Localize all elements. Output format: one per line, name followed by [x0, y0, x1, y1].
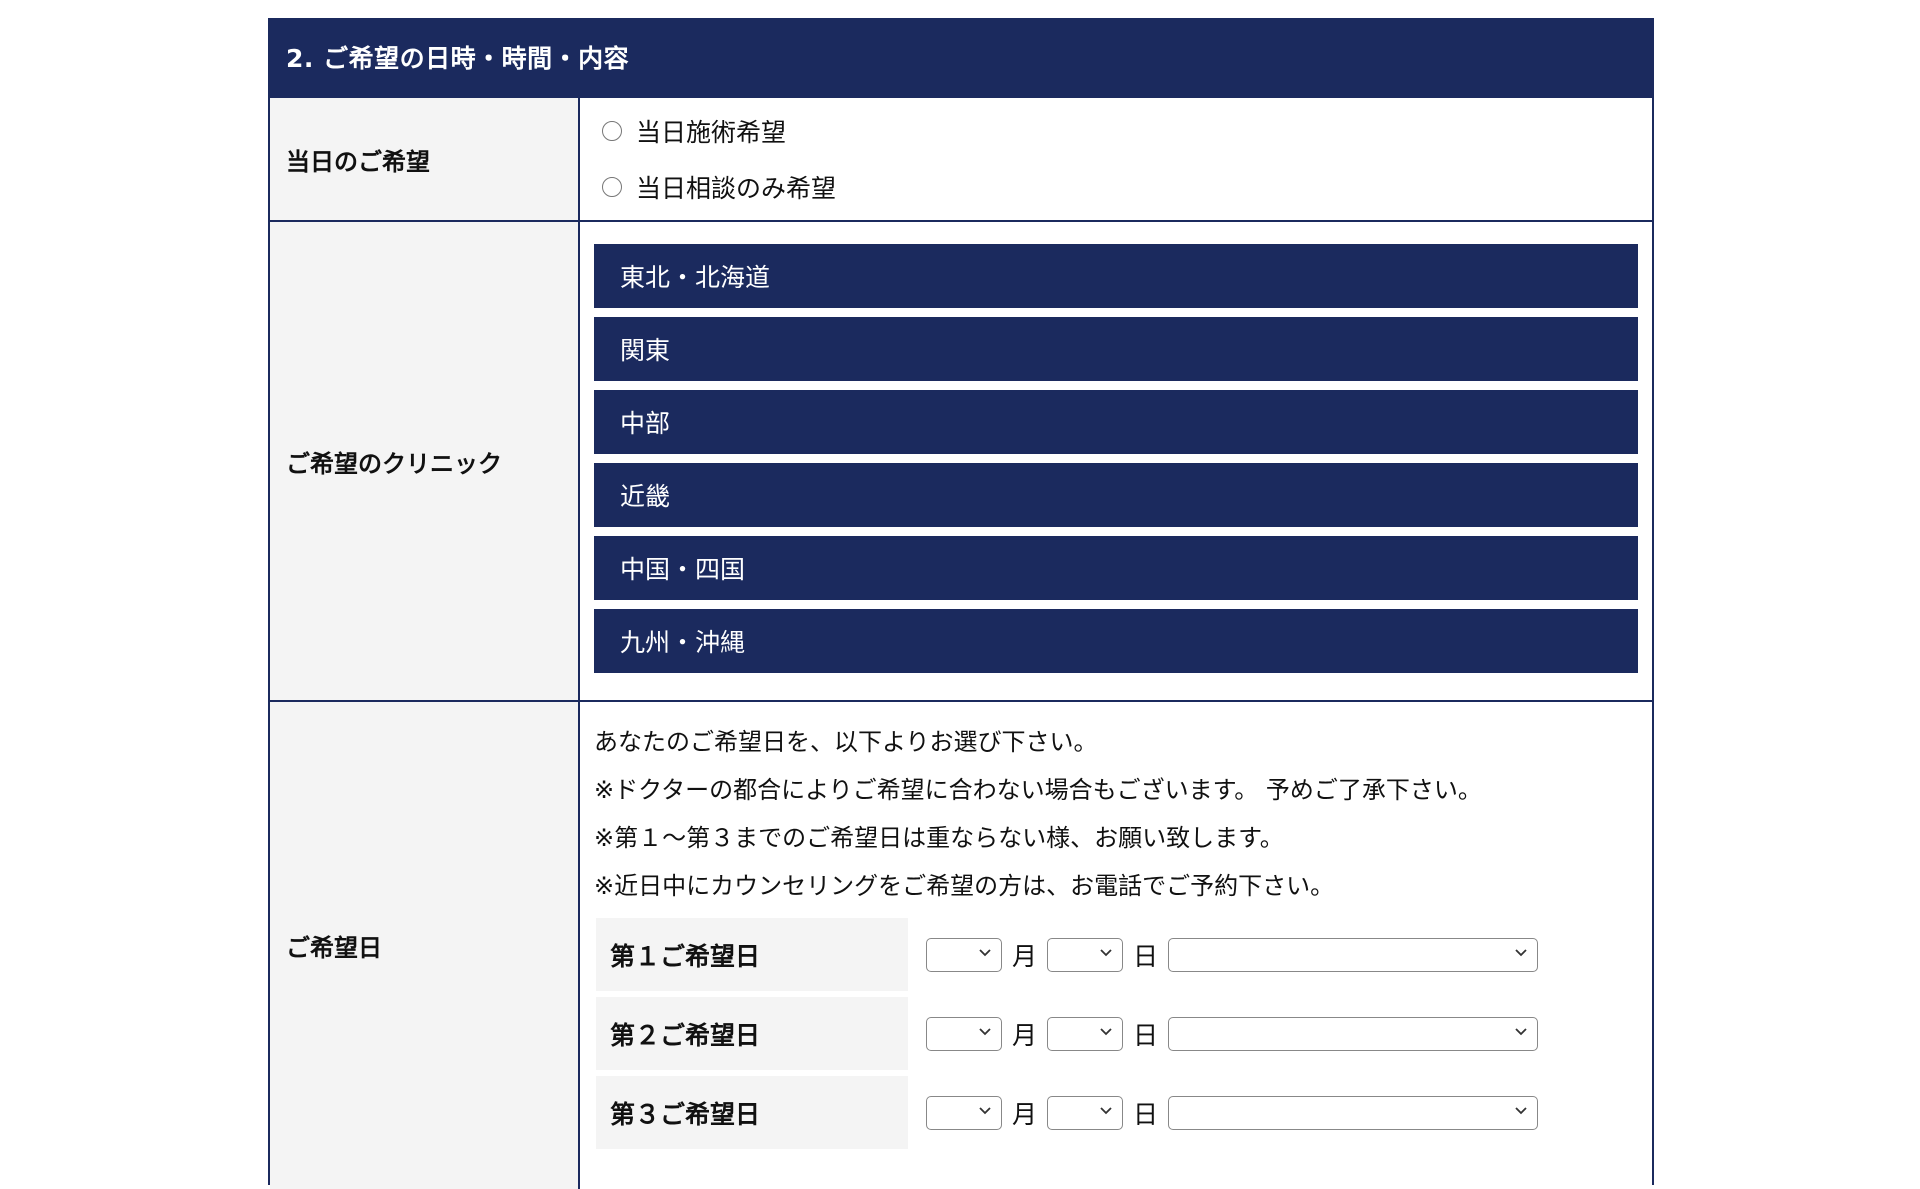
month-select[interactable]	[926, 1016, 1002, 1051]
date-choice-1: 第１ご希望日 月 日	[594, 918, 1638, 991]
day-select[interactable]	[1047, 1016, 1124, 1051]
day-select[interactable]	[1047, 937, 1124, 972]
time-select[interactable]	[1168, 937, 1539, 972]
chevron-down-icon	[1100, 1027, 1112, 1035]
visit-preference-label: 当日のご希望	[270, 98, 580, 220]
chevron-down-icon	[979, 1106, 991, 1114]
radio-label: 当日相談のみ希望	[636, 174, 837, 203]
month-select[interactable]	[926, 937, 1002, 972]
date-note: ※第１〜第３までのご希望日は重ならない様、お願い致します。	[594, 824, 1284, 852]
clinic-row: ご希望のクリニック 東北・北海道 関東 中部 近畿 中国・四国 九州・沖縄	[270, 220, 1652, 700]
region-tohoku-hokkaido[interactable]: 東北・北海道	[594, 244, 1638, 308]
chevron-down-icon	[1515, 948, 1527, 956]
month-select[interactable]	[926, 1095, 1002, 1130]
radio-label: 当日施術希望	[636, 118, 787, 147]
preferred-date-label: ご希望日	[270, 702, 580, 1189]
chevron-down-icon	[1100, 948, 1112, 956]
day-unit: 日	[1133, 1020, 1159, 1050]
chevron-down-icon	[979, 1027, 991, 1035]
date-choice-list: 第１ご希望日 月 日 第２ご希望日 月 日 第３ご希望日 月 日	[594, 918, 1638, 1149]
visit-preference-options: 当日施術希望 当日相談のみ希望	[580, 98, 1652, 220]
date-choice-label: 第２ご希望日	[596, 997, 908, 1070]
date-note: ※ドクターの都合によりご希望に合わない場合もございます。 予めご了承下さい。	[594, 776, 1482, 804]
date-choice-label: 第３ご希望日	[596, 1076, 908, 1149]
reservation-form: 2. ご希望の日時・時間・内容 当日のご希望 当日施術希望 当日相談のみ希望 ご…	[268, 18, 1654, 1189]
preferred-date-row: ご希望日 あなたのご希望日を、以下よりお選び下さい。 ※ドクターの都合によりご希…	[270, 700, 1652, 1189]
date-note: あなたのご希望日を、以下よりお選び下さい。	[594, 728, 1098, 756]
chevron-down-icon	[979, 948, 991, 956]
visit-preference-row: 当日のご希望 当日施術希望 当日相談のみ希望	[270, 96, 1652, 220]
day-select[interactable]	[1047, 1095, 1124, 1130]
radio-button[interactable]	[602, 177, 622, 197]
radio-button[interactable]	[602, 121, 622, 141]
region-kanto[interactable]: 関東	[594, 317, 1638, 381]
chevron-down-icon	[1100, 1106, 1112, 1114]
region-chugoku-shikoku[interactable]: 中国・四国	[594, 536, 1638, 600]
radio-option-same-day-treatment[interactable]: 当日施術希望	[602, 113, 1652, 149]
day-unit: 日	[1133, 1099, 1159, 1129]
date-choice-3: 第３ご希望日 月 日	[594, 1076, 1638, 1149]
region-kyushu-okinawa[interactable]: 九州・沖縄	[594, 609, 1638, 673]
clinic-label: ご希望のクリニック	[270, 222, 580, 700]
region-kinki[interactable]: 近畿	[594, 463, 1638, 527]
time-select[interactable]	[1168, 1016, 1539, 1051]
chevron-down-icon	[1515, 1027, 1527, 1035]
date-choice-label: 第１ご希望日	[596, 918, 908, 991]
time-select[interactable]	[1168, 1095, 1539, 1130]
day-unit: 日	[1133, 941, 1159, 971]
preferred-date-content: あなたのご希望日を、以下よりお選び下さい。 ※ドクターの都合によりご希望に合わな…	[580, 702, 1652, 1189]
chevron-down-icon	[1515, 1106, 1527, 1114]
month-unit: 月	[1012, 1020, 1038, 1050]
month-unit: 月	[1012, 941, 1038, 971]
date-choice-2: 第２ご希望日 月 日	[594, 997, 1638, 1070]
date-note: ※近日中にカウンセリングをご希望の方は、お電話でご予約下さい。	[594, 872, 1335, 900]
section-header: 2. ご希望の日時・時間・内容	[270, 18, 1652, 96]
clinic-region-list: 東北・北海道 関東 中部 近畿 中国・四国 九州・沖縄	[580, 222, 1652, 700]
month-unit: 月	[1012, 1099, 1038, 1129]
section-title: 2. ご希望の日時・時間・内容	[286, 44, 630, 73]
region-chubu[interactable]: 中部	[594, 390, 1638, 454]
radio-option-consultation-only[interactable]: 当日相談のみ希望	[602, 169, 1652, 205]
